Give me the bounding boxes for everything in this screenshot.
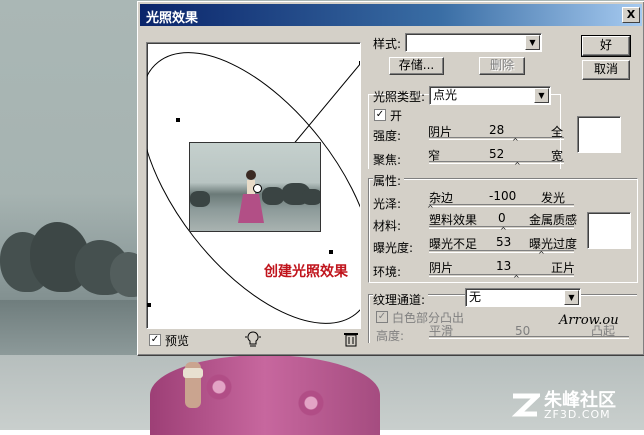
preview-canvas[interactable]: 创建光照效果	[146, 42, 361, 329]
logo-z-icon	[511, 393, 540, 417]
logo-subtext: ZF3D.COM	[544, 408, 611, 421]
intensity-slider[interactable]	[429, 137, 564, 140]
close-button[interactable]: X	[622, 7, 640, 23]
handle-right	[329, 250, 333, 254]
title-bar[interactable]: 光照效果 X	[140, 4, 642, 26]
exposure-slider[interactable]	[429, 250, 574, 253]
girl-figure	[238, 170, 264, 223]
chevron-down-icon: ▼	[525, 35, 540, 50]
white-high-checkbox[interactable]: ✓	[376, 311, 388, 323]
style-label: 样式:	[373, 37, 402, 51]
save-button[interactable]: 存储...	[389, 57, 444, 75]
height-slider[interactable]	[429, 336, 629, 339]
texture-select[interactable]: 无 ▼	[465, 288, 581, 307]
material-thumb[interactable]: ^	[500, 227, 507, 235]
texture-value: 无	[469, 290, 482, 304]
preview-label: 预览	[165, 334, 190, 348]
ambience-color-swatch[interactable]	[587, 212, 631, 249]
trash-icon[interactable]	[344, 331, 358, 347]
ambience-thumb[interactable]: ^	[513, 275, 520, 283]
gloss-slider[interactable]	[429, 204, 574, 207]
ambience-label: 环境:	[373, 265, 402, 279]
cancel-button[interactable]: 取消	[582, 60, 630, 80]
intensity-value: 28	[489, 123, 505, 137]
style-select[interactable]: ▼	[405, 33, 542, 52]
handle-bottom-left	[147, 303, 151, 307]
properties-label: 属性:	[373, 172, 405, 189]
intensity-thumb[interactable]: ^	[512, 138, 519, 146]
gloss-label: 光泽:	[373, 197, 402, 211]
exposure-label: 曝光度:	[373, 241, 414, 255]
handle-left	[176, 118, 180, 122]
light-type-select[interactable]: 点光 ▼	[429, 86, 551, 105]
focus-slider[interactable]	[429, 161, 564, 164]
lighting-effects-dialog: 光照效果 X 创建光照效果 ✓ 预览 样式: ▼ 存储... 删除 好 取消 光…	[137, 1, 644, 356]
light-color-swatch[interactable]	[577, 116, 621, 153]
lightbulb-icon[interactable]	[245, 330, 261, 348]
delete-button[interactable]: 删除	[479, 57, 525, 75]
light-type-value: 点光	[433, 88, 458, 102]
focus-thumb[interactable]: ^	[514, 162, 521, 170]
focus-label: 聚焦:	[373, 153, 402, 167]
ambience-slider[interactable]	[429, 274, 574, 277]
chevron-down-icon: ▼	[564, 290, 579, 305]
chevron-down-icon: ▼	[534, 88, 549, 103]
window-title: 光照效果	[146, 11, 199, 26]
focus-value: 52	[489, 147, 505, 161]
rocks	[0, 222, 150, 302]
bracelet	[183, 368, 203, 378]
texture-label: 纹理通道:	[373, 291, 429, 308]
intensity-label: 强度:	[373, 129, 402, 143]
height-label: 高度:	[376, 329, 405, 343]
handle-top-right	[359, 61, 360, 65]
ambience-value: 13	[496, 259, 512, 273]
light-type-label: 光照类型:	[373, 90, 426, 104]
exposure-value: 53	[496, 235, 512, 249]
exposure-thumb[interactable]: ^	[538, 251, 545, 259]
on-label: 开	[390, 109, 403, 123]
material-label: 材料:	[373, 219, 402, 233]
light-center-handle[interactable]	[253, 184, 262, 193]
material-value: 0	[498, 211, 506, 225]
on-checkbox[interactable]: ✓	[374, 109, 386, 121]
gloss-value: -100	[489, 189, 517, 203]
ok-button[interactable]: 好	[581, 35, 631, 57]
white-high-label: 白色部分凸出	[392, 311, 465, 325]
watermark-text: 创建光照效果	[264, 264, 348, 280]
preview-checkbox[interactable]: ✓	[149, 334, 161, 346]
